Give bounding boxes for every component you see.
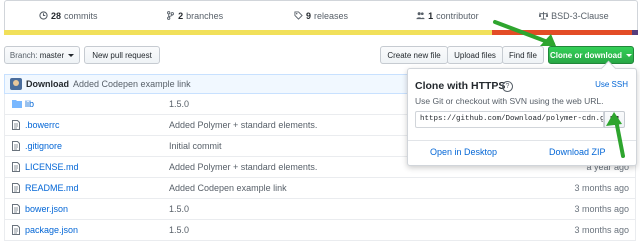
releases-stat[interactable]: 9 releases xyxy=(258,1,384,30)
file-icon xyxy=(12,162,20,174)
find-file-button[interactable]: Find file xyxy=(502,46,544,64)
copy-to-clipboard-button[interactable] xyxy=(604,111,625,128)
caret-down-icon xyxy=(626,53,632,57)
file-navigation: Branch: master New pull request Create n… xyxy=(4,46,636,66)
language-segment-html xyxy=(492,30,632,35)
file-icon xyxy=(12,204,20,216)
branch-select-button[interactable]: Branch: master xyxy=(4,46,80,64)
people-icon xyxy=(416,12,425,20)
branch-name: master xyxy=(39,50,65,60)
download-zip-link[interactable]: Download ZIP xyxy=(549,147,606,157)
contributors-stat[interactable]: 1 contributor xyxy=(384,1,510,30)
file-name[interactable]: .gitignore xyxy=(25,141,62,151)
file-commit-message[interactable]: Initial commit xyxy=(169,141,222,151)
create-new-file-button[interactable]: Create new file xyxy=(380,46,448,64)
file-name[interactable]: README.md xyxy=(25,183,79,193)
file-icon xyxy=(12,225,20,237)
branch-icon xyxy=(167,11,174,20)
clone-popup-title: Clone with HTTPS xyxy=(415,80,506,92)
file-commit-message[interactable]: Added Polymer + standard elements. xyxy=(169,162,317,172)
file-commit-message[interactable]: 1.5.0 xyxy=(169,99,189,109)
file-commit-message[interactable]: 1.5.0 xyxy=(169,225,189,235)
folder-icon xyxy=(12,99,22,110)
law-icon xyxy=(539,11,549,20)
file-name[interactable]: package.json xyxy=(25,225,78,235)
popup-divider xyxy=(408,140,636,141)
table-row: bower.json 1.5.0 3 months ago xyxy=(4,199,636,220)
file-age: 3 months ago xyxy=(574,225,629,235)
table-row: package.json 1.5.0 3 months ago xyxy=(4,220,636,241)
help-icon[interactable]: ? xyxy=(502,81,513,92)
repo-stats-bar: 28 commits 2 branches 9 releases 1 contr… xyxy=(4,0,638,30)
upload-files-button[interactable]: Upload files xyxy=(447,46,503,64)
open-in-desktop-link[interactable]: Open in Desktop xyxy=(430,147,497,157)
history-icon xyxy=(39,11,48,20)
file-commit-message[interactable]: Added Polymer + standard elements. xyxy=(169,120,317,130)
clone-description: Use Git or checkout with SVN using the w… xyxy=(415,96,604,106)
table-row: README.md Added Codepen example link 3 mon… xyxy=(4,178,636,199)
releases-count: 9 xyxy=(305,10,311,21)
contributors-label: contributor xyxy=(436,10,479,21)
file-name[interactable]: .bowerrc xyxy=(25,120,60,130)
language-segment-js xyxy=(4,30,492,35)
avatar[interactable] xyxy=(10,78,22,90)
language-segment-css xyxy=(632,30,638,35)
caret-down-icon xyxy=(68,53,75,57)
file-age: 3 months ago xyxy=(574,183,629,193)
file-icon xyxy=(12,120,20,132)
clone-download-label: Clone or download xyxy=(550,50,622,60)
clone-popup: Clone with HTTPS ? Use SSH Use Git or ch… xyxy=(407,68,637,166)
new-pull-request-button[interactable]: New pull request xyxy=(84,46,160,64)
commits-count: 28 xyxy=(50,10,61,21)
use-ssh-link[interactable]: Use SSH xyxy=(595,80,628,89)
license-label: BSD-3-Clause xyxy=(551,10,609,21)
file-commit-message[interactable]: Added Codepen example link xyxy=(169,183,287,193)
clone-url-input[interactable]: https://github.com/Download/polymer-cdn.… xyxy=(415,111,604,128)
branch-prefix: Branch: xyxy=(9,50,38,60)
branches-count: 2 xyxy=(178,10,184,21)
releases-label: releases xyxy=(314,10,349,21)
clone-download-button[interactable]: Clone or download xyxy=(548,46,634,64)
file-age: 3 months ago xyxy=(574,204,629,214)
file-name[interactable]: lib xyxy=(25,99,34,109)
file-name[interactable]: LICENSE.md xyxy=(25,162,79,172)
file-icon xyxy=(12,183,20,195)
file-name[interactable]: bower.json xyxy=(25,204,68,214)
clipboard-icon xyxy=(610,115,619,125)
language-bar[interactable] xyxy=(4,30,638,35)
tag-icon xyxy=(294,11,303,20)
commit-author[interactable]: Download xyxy=(26,79,69,89)
commit-message[interactable]: Added Codepen example link xyxy=(73,79,191,89)
contributors-count: 1 xyxy=(428,10,434,21)
branches-stat[interactable]: 2 branches xyxy=(131,1,257,30)
commits-stat[interactable]: 28 commits xyxy=(5,1,131,30)
file-icon xyxy=(12,141,20,153)
license-stat[interactable]: BSD-3-Clause xyxy=(511,1,637,30)
commits-label: commits xyxy=(63,10,98,21)
branches-label: branches xyxy=(186,10,224,21)
file-commit-message[interactable]: 1.5.0 xyxy=(169,204,189,214)
